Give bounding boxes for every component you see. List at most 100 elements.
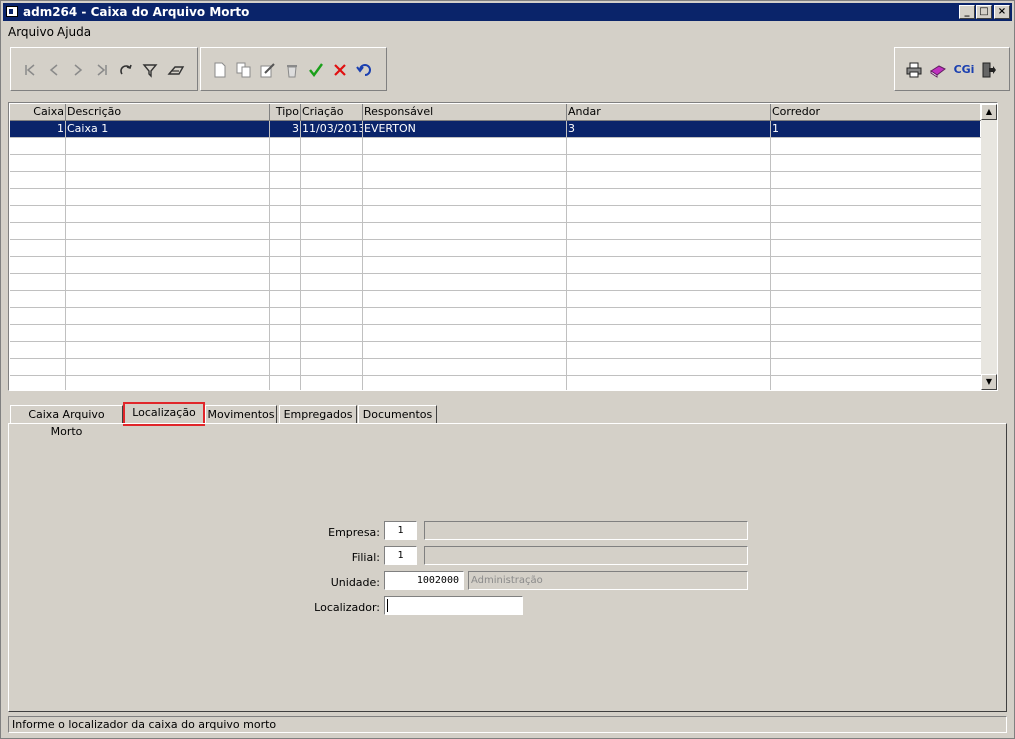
table-cell-responsavel bbox=[363, 291, 567, 308]
table-cell-responsavel bbox=[363, 359, 567, 376]
unidade-field[interactable]: 1002000 bbox=[384, 571, 464, 590]
last-record-icon[interactable] bbox=[93, 61, 111, 79]
scroll-up-icon[interactable]: ▲ bbox=[981, 104, 997, 120]
table-cell-responsavel bbox=[363, 189, 567, 206]
menu-bar: Arquivo Ajuda bbox=[3, 22, 1012, 40]
table-cell-caixa bbox=[10, 274, 66, 291]
table-cell-descricao bbox=[66, 172, 270, 189]
filter-icon[interactable] bbox=[141, 61, 159, 79]
table-cell-criacao bbox=[301, 189, 363, 206]
next-record-icon[interactable] bbox=[69, 61, 87, 79]
empty-table-row[interactable] bbox=[10, 274, 982, 291]
table-cell-tipo bbox=[270, 325, 301, 342]
new-document-icon[interactable] bbox=[211, 61, 229, 79]
table-cell-criacao bbox=[301, 342, 363, 359]
exit-icon[interactable] bbox=[979, 61, 997, 79]
table-cell-andar bbox=[567, 376, 771, 390]
title-bar[interactable]: adm264 - Caixa do Arquivo Morto _ □ × bbox=[3, 3, 1012, 21]
empty-table-row[interactable] bbox=[10, 291, 982, 308]
table-cell-andar bbox=[567, 291, 771, 308]
empty-table-row[interactable] bbox=[10, 376, 982, 390]
close-button[interactable]: × bbox=[994, 5, 1010, 19]
table-cell-responsavel bbox=[363, 240, 567, 257]
column-header-caixa[interactable]: Caixa bbox=[10, 104, 66, 121]
table-cell-descricao bbox=[66, 240, 270, 257]
table-cell-andar bbox=[567, 155, 771, 172]
empty-table-row[interactable] bbox=[10, 172, 982, 189]
tab-empregados[interactable]: Empregados bbox=[279, 405, 357, 424]
table-cell-descricao bbox=[66, 274, 270, 291]
previous-record-icon[interactable] bbox=[45, 61, 63, 79]
menu-arquivo[interactable]: Arquivo bbox=[8, 25, 54, 39]
maximize-button[interactable]: □ bbox=[976, 5, 992, 19]
search-icon[interactable] bbox=[167, 61, 185, 79]
empty-table-row[interactable] bbox=[10, 359, 982, 376]
table-cell-descricao bbox=[66, 376, 270, 390]
menu-ajuda[interactable]: Ajuda bbox=[57, 25, 91, 39]
table-cell-corredor bbox=[771, 155, 982, 172]
table-cell-criacao bbox=[301, 155, 363, 172]
table-cell-tipo bbox=[270, 138, 301, 155]
column-header-descricao[interactable]: Descrição bbox=[66, 104, 270, 121]
empty-table-row[interactable] bbox=[10, 342, 982, 359]
localizacao-panel: Empresa: 1 Filial: 1 Unidade: 1002000 Ad… bbox=[8, 423, 1007, 712]
tab-caixa-arquivo-morto[interactable]: Caixa Arquivo Morto bbox=[10, 405, 123, 438]
table-row[interactable]: 1 Caixa 1 3 11/03/2013 EVERTON 3 1 bbox=[10, 121, 982, 138]
empty-table-row[interactable] bbox=[10, 257, 982, 274]
refresh-icon[interactable] bbox=[117, 61, 135, 79]
column-header-criacao[interactable]: Criação bbox=[301, 104, 363, 121]
table-cell-corredor bbox=[771, 257, 982, 274]
copy-icon[interactable] bbox=[235, 61, 253, 79]
table-cell-criacao bbox=[301, 274, 363, 291]
confirm-icon[interactable] bbox=[307, 61, 325, 79]
empty-table-row[interactable] bbox=[10, 206, 982, 223]
table-cell-corredor bbox=[771, 223, 982, 240]
column-header-tipo[interactable]: Tipo bbox=[270, 104, 301, 121]
cgi-icon[interactable]: CGi bbox=[953, 61, 975, 79]
table-cell-descricao: Caixa 1 bbox=[66, 121, 270, 138]
table-cell-tipo bbox=[270, 189, 301, 206]
scroll-down-icon[interactable]: ▼ bbox=[981, 374, 997, 390]
print-icon[interactable] bbox=[905, 61, 923, 79]
tab-documentos[interactable]: Documentos bbox=[358, 405, 437, 424]
empty-table-row[interactable] bbox=[10, 308, 982, 325]
help-book-icon[interactable] bbox=[929, 61, 947, 79]
cancel-icon[interactable] bbox=[331, 61, 349, 79]
table-cell-caixa bbox=[10, 206, 66, 223]
table-cell-responsavel bbox=[363, 155, 567, 172]
table-cell-andar bbox=[567, 257, 771, 274]
tab-localizacao[interactable]: Localização bbox=[123, 402, 205, 426]
edit-icon[interactable] bbox=[259, 61, 277, 79]
records-grid[interactable]: Caixa Descrição Tipo Criação Responsável… bbox=[8, 102, 998, 391]
empty-table-row[interactable] bbox=[10, 189, 982, 206]
table-cell-caixa bbox=[10, 376, 66, 390]
table-cell-tipo bbox=[270, 342, 301, 359]
table-cell-corredor bbox=[771, 138, 982, 155]
empty-table-row[interactable] bbox=[10, 223, 982, 240]
empty-table-row[interactable] bbox=[10, 138, 982, 155]
column-header-corredor[interactable]: Corredor bbox=[771, 104, 982, 121]
tab-movimentos[interactable]: Movimentos bbox=[205, 405, 277, 424]
table-cell-tipo bbox=[270, 257, 301, 274]
filial-field[interactable]: 1 bbox=[384, 546, 417, 565]
empty-table-row[interactable] bbox=[10, 325, 982, 342]
column-header-responsavel[interactable]: Responsável bbox=[363, 104, 567, 121]
table-cell-descricao bbox=[66, 325, 270, 342]
delete-icon[interactable] bbox=[283, 61, 301, 79]
table-cell-responsavel bbox=[363, 308, 567, 325]
table-cell-tipo bbox=[270, 308, 301, 325]
table-cell-caixa bbox=[10, 291, 66, 308]
localizador-input[interactable] bbox=[384, 596, 523, 615]
table-cell-caixa bbox=[10, 138, 66, 155]
empty-table-row[interactable] bbox=[10, 155, 982, 172]
minimize-button[interactable]: _ bbox=[959, 5, 975, 19]
status-bar: Informe o localizador da caixa do arquiv… bbox=[8, 716, 1007, 733]
undo-icon[interactable] bbox=[356, 61, 374, 79]
table-cell-tipo bbox=[270, 291, 301, 308]
first-record-icon[interactable] bbox=[21, 61, 39, 79]
column-header-andar[interactable]: Andar bbox=[567, 104, 771, 121]
empty-table-row[interactable] bbox=[10, 240, 982, 257]
table-cell-andar bbox=[567, 172, 771, 189]
empresa-field[interactable]: 1 bbox=[384, 521, 417, 540]
grid-vertical-scrollbar[interactable]: ▲ ▼ bbox=[981, 104, 997, 390]
